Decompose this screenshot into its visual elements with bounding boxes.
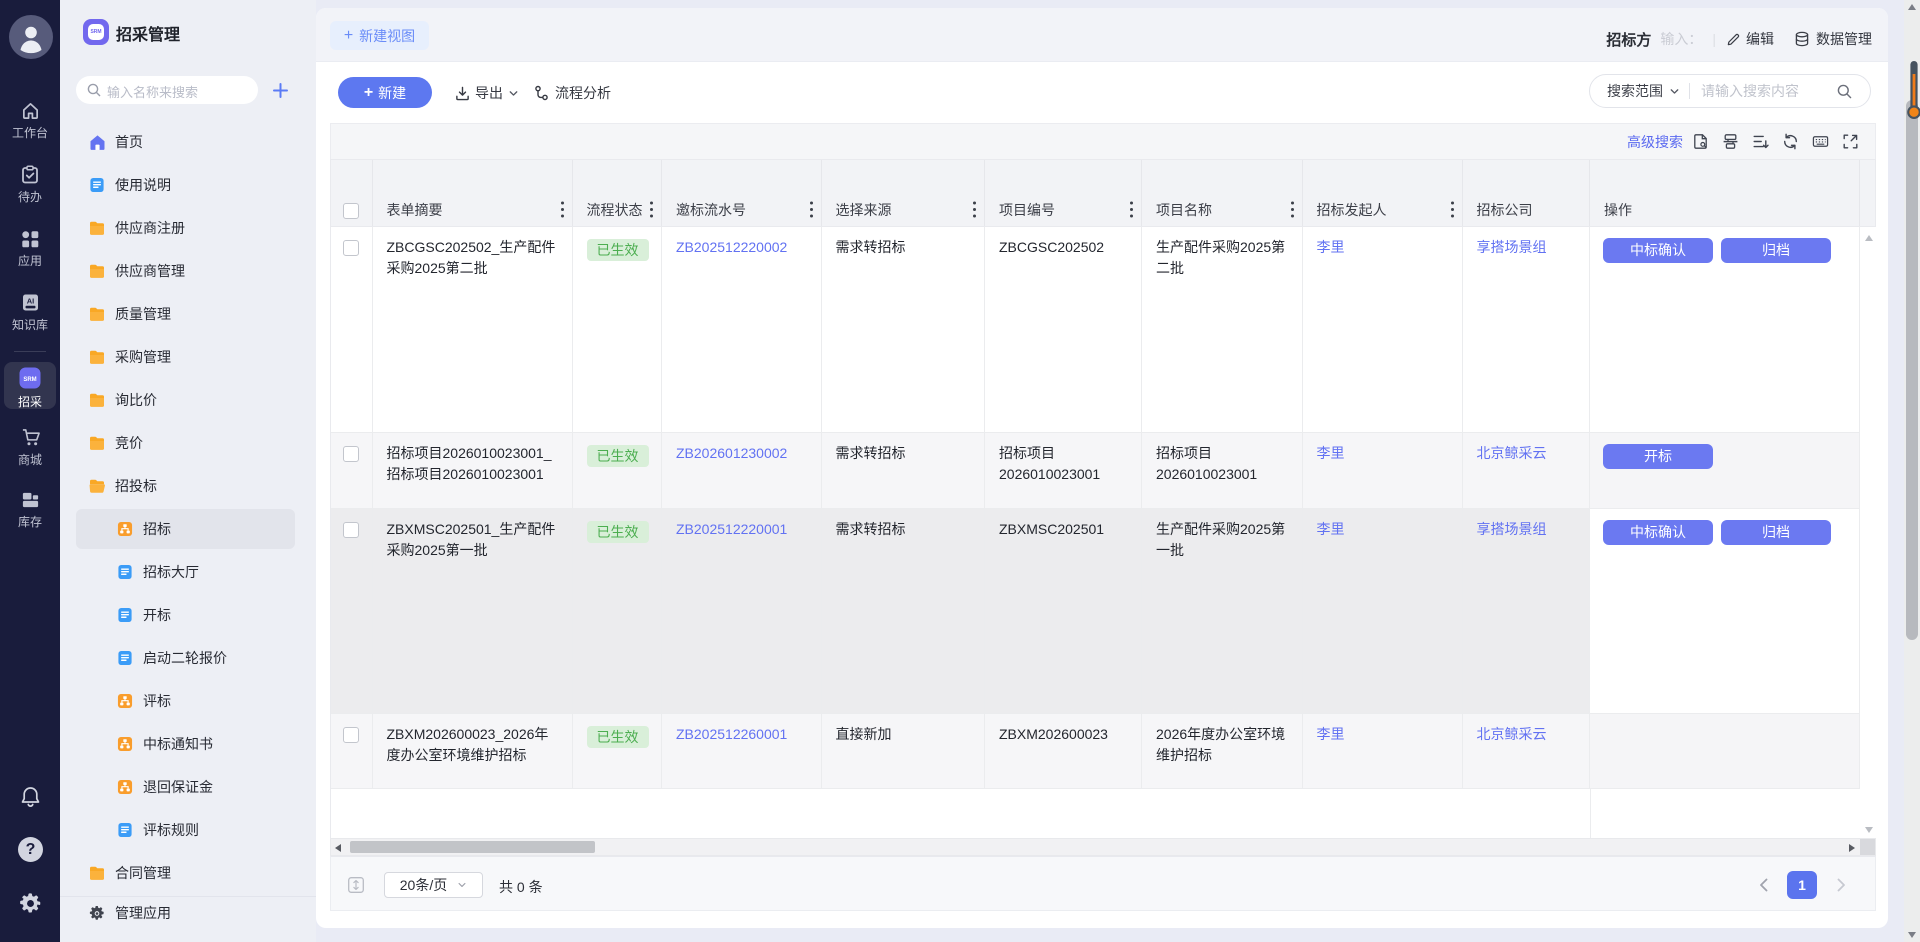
svg-text:AI: AI bbox=[26, 297, 34, 306]
svg-text:SRM: SRM bbox=[23, 377, 36, 383]
